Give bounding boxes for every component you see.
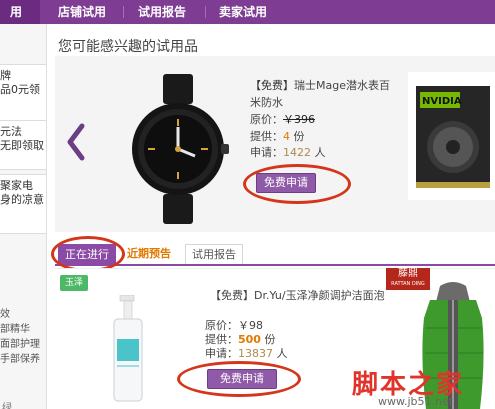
product-applicants: 申请：13837 人 (205, 345, 288, 361)
supply-label: 提供： (250, 130, 283, 143)
price-value: ￥396 (283, 113, 315, 126)
carousel-prev-arrow-icon[interactable] (64, 122, 88, 162)
sidebar-promo-line: 元法 (0, 125, 22, 138)
cleanser-bottle-image[interactable] (108, 295, 148, 403)
price-label: 原价： (250, 113, 283, 126)
nvidia-logo-text: NVIDIA (422, 96, 462, 107)
graphics-card-product-image[interactable]: NVIDIA (408, 72, 495, 200)
nav-tab-seller-trial[interactable]: 卖家试用 (219, 0, 267, 24)
nav-tab-shop-trial[interactable]: 店铺试用 (58, 0, 106, 24)
highlight-circle (177, 361, 301, 397)
free-tag: 【免费】 (210, 289, 254, 302)
watermark-url: www.jb51.net (378, 395, 454, 408)
sidebar-category-item[interactable]: 效 (0, 307, 46, 322)
tab-trial-report[interactable]: 试用报告 (185, 244, 243, 264)
highlight-circle (51, 236, 125, 272)
sidebar-category-item[interactable]: 部精华 (0, 322, 46, 337)
left-sidebar: 牌 品0元领 元法 无即领取 聚家电 身的凉意 效 部精华 面部护理 手部保养 … (0, 24, 47, 409)
apply-count: 1422 (283, 146, 311, 159)
section-title: 您可能感兴趣的试用品 (58, 39, 198, 55)
sidebar-bottom-note: 绿 (2, 403, 12, 409)
nav-divider (123, 6, 124, 18)
sidebar-promo-line: 无即领取 (0, 139, 44, 152)
apply-unit: 人 (276, 347, 288, 360)
top-nav: 用 店铺试用 试用报告 卖家试用 (0, 0, 495, 24)
apply-unit: 人 (314, 146, 326, 159)
product-title[interactable]: 【免费】瑞士Mage潜水表百米防水 (250, 77, 395, 111)
product-supply: 提供：4 份 (250, 128, 305, 144)
sidebar-promo-line: 聚家电 (0, 179, 33, 192)
apply-label: 申请： (250, 146, 283, 159)
sidebar-category-item[interactable]: 面部护理 (0, 337, 46, 352)
product-name: Dr.Yu/玉泽净颜调护洁面泡 (254, 289, 385, 302)
product-title[interactable]: 【免费】Dr.Yu/玉泽净颜调护洁面泡 (210, 287, 385, 303)
nav-divider (205, 6, 206, 18)
highlight-circle (243, 164, 351, 204)
sidebar-promo-1[interactable]: 牌 品0元领 (0, 64, 46, 128)
product-applicants: 申请：1422 人 (250, 144, 326, 160)
nav-tab-trial-report[interactable]: 试用报告 (138, 0, 186, 24)
supply-unit: 份 (293, 130, 305, 143)
free-tag: 【免费】 (250, 79, 294, 92)
watch-product-image[interactable] (123, 74, 233, 224)
tab-upcoming[interactable]: 近期预告 (121, 244, 177, 264)
apply-count: 13837 (238, 347, 273, 360)
product-price: 原价：￥396 (250, 111, 315, 127)
page: 用 店铺试用 试用报告 卖家试用 牌 品0元领 元法 无即领取 聚家电 身的凉意… (0, 0, 495, 409)
sidebar-category-item[interactable]: 手部保养 (0, 352, 46, 367)
sidebar-promo-3[interactable]: 聚家电 身的凉意 (0, 174, 46, 234)
supply-value: 4 (283, 130, 290, 143)
brand-logo: 玉泽 (60, 275, 88, 291)
sidebar-promo-line: 身的凉意 (0, 193, 44, 206)
sidebar-category-list: 效 部精华 面部护理 手部保养 绿 (0, 307, 46, 409)
sidebar-promo-2[interactable]: 元法 无即领取 (0, 120, 46, 170)
sidebar-promo-line: 品0元领 (0, 83, 40, 96)
apply-label: 申请： (205, 347, 238, 360)
sidebar-promo-line: 牌 (0, 69, 11, 82)
nav-tab-current[interactable]: 用 (0, 0, 40, 24)
